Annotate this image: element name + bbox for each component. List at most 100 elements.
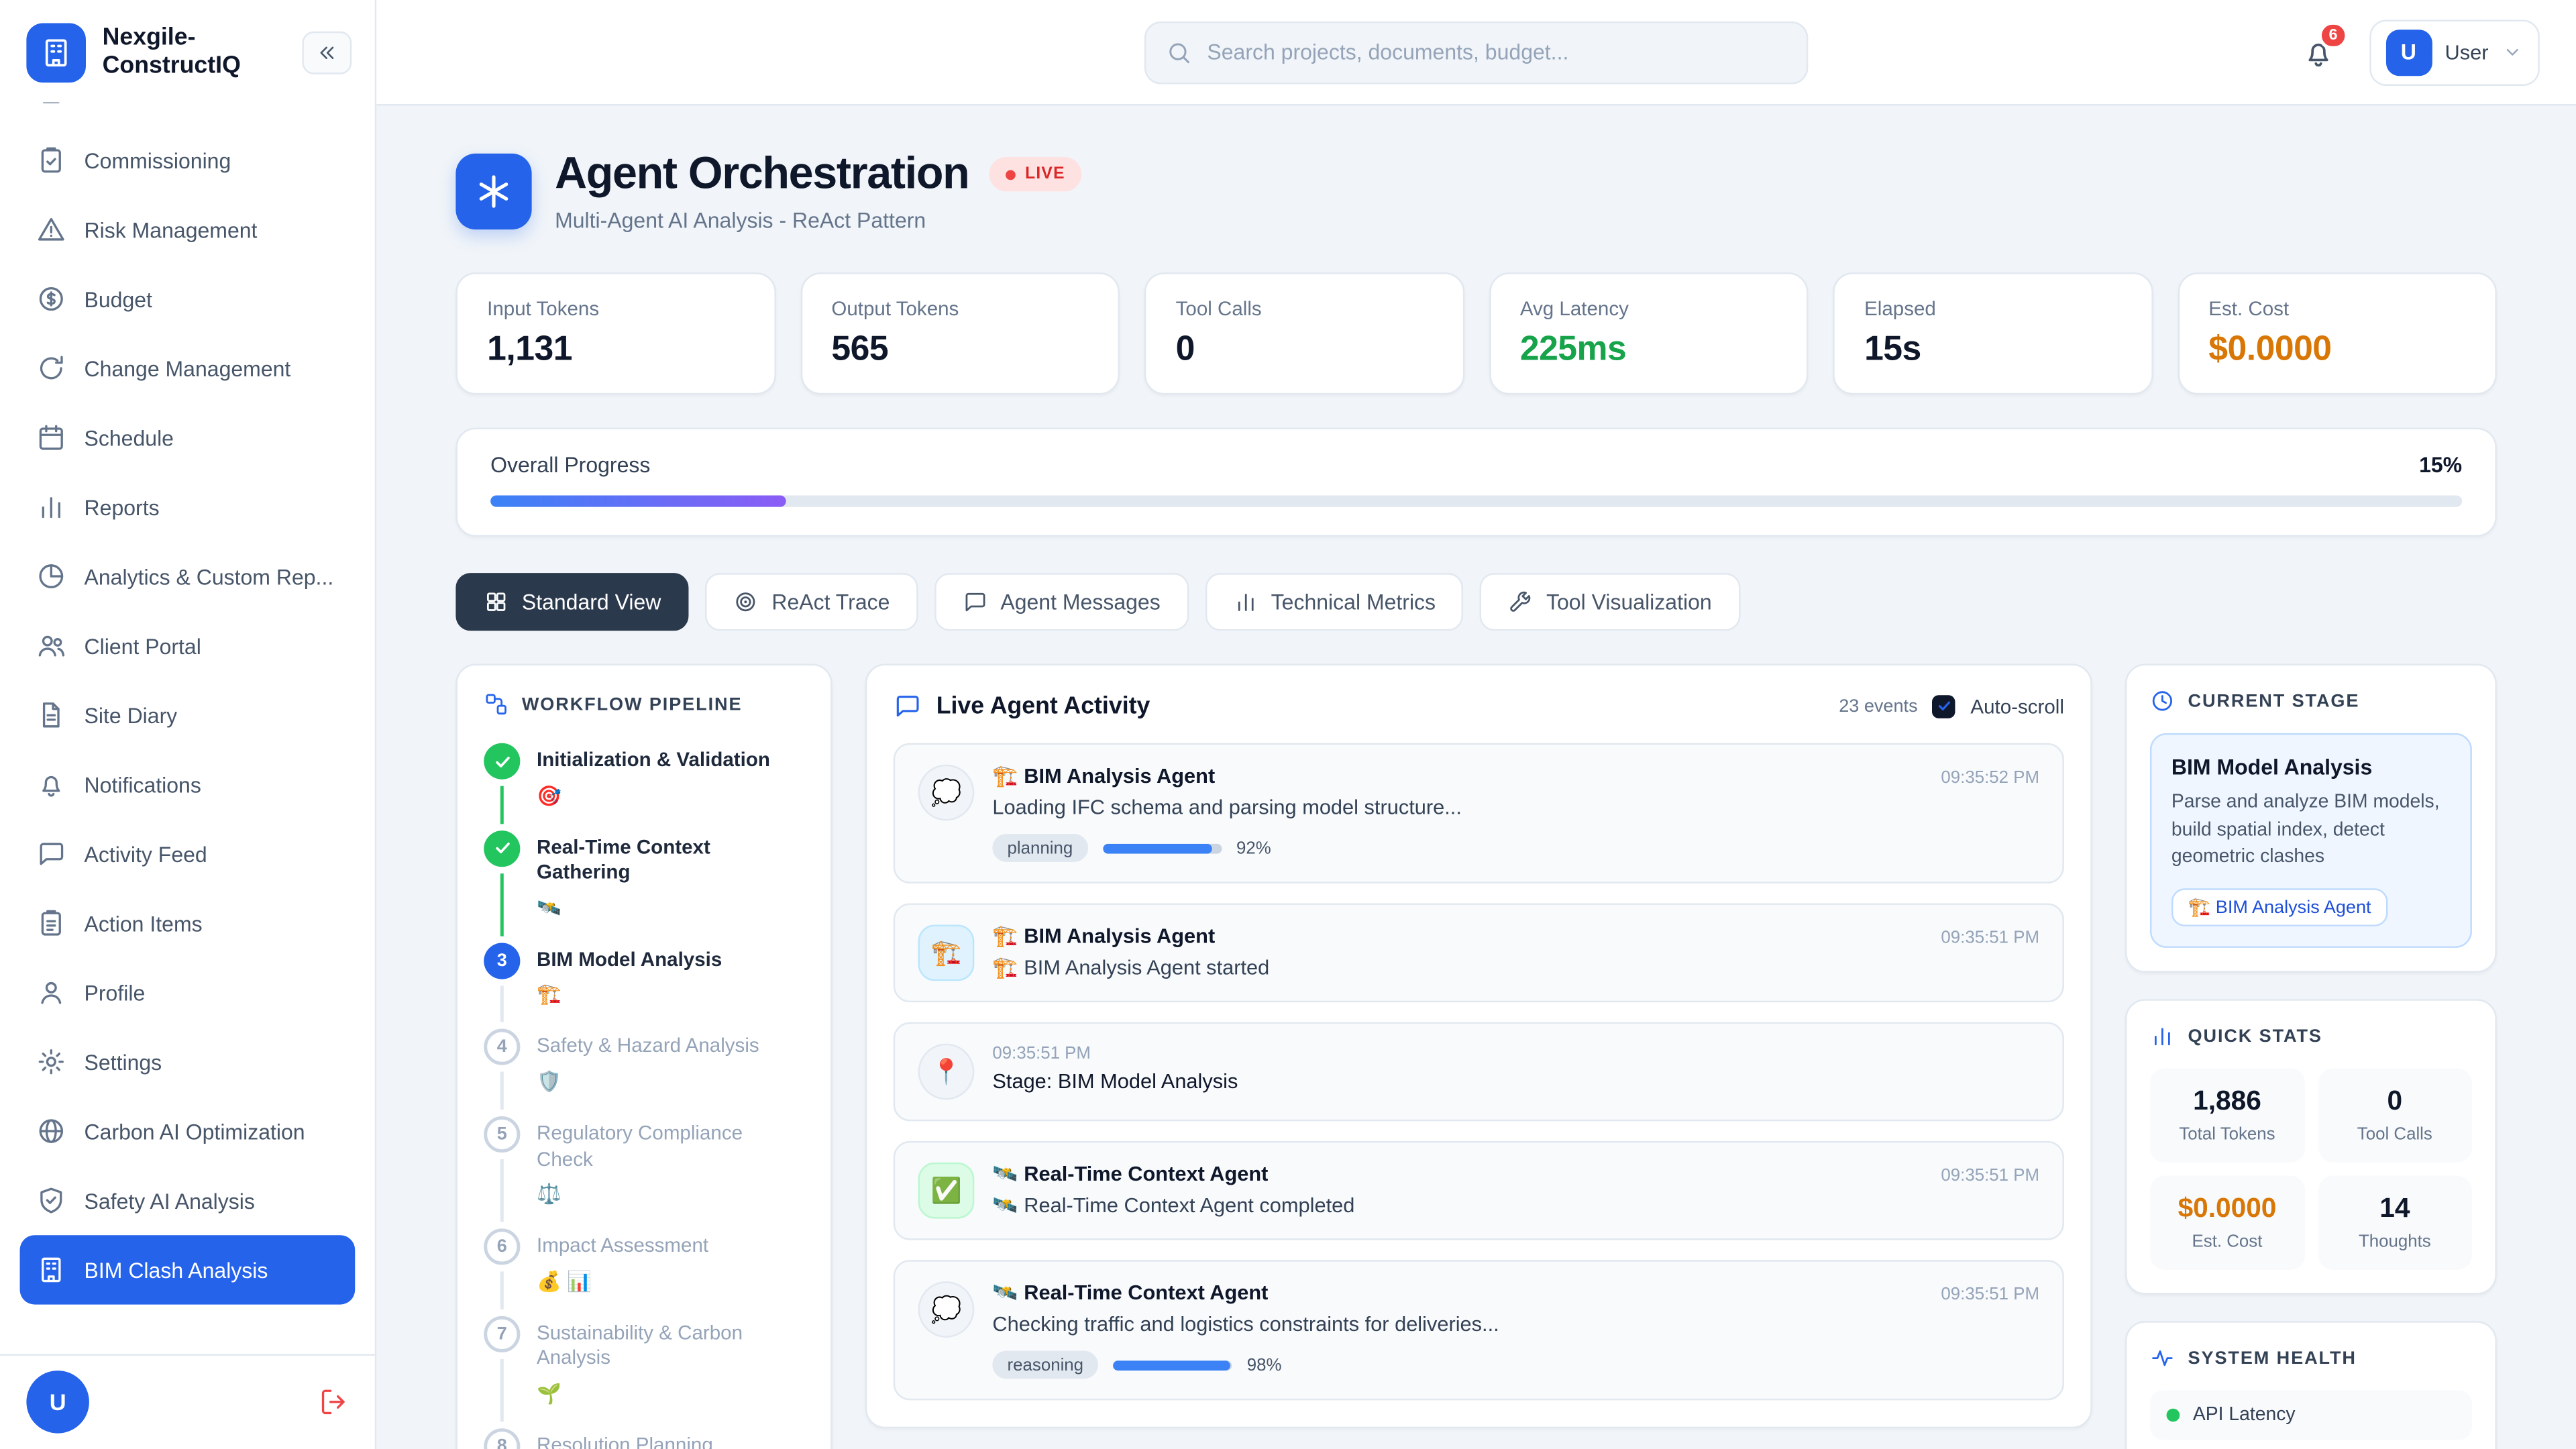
sidebar-item-label: BIM Clash Analysis: [85, 1257, 268, 1282]
tab-technical-metrics[interactable]: Technical Metrics: [1205, 573, 1464, 631]
event-message: Stage: BIM Model Analysis: [992, 1070, 2039, 1093]
user-avatar: U: [2385, 29, 2432, 75]
current-stage-box: BIM Model Analysis Parse and analyze BIM…: [2150, 733, 2472, 948]
workflow-icon: [484, 692, 508, 716]
calendar-icon: [36, 423, 66, 452]
user-avatar[interactable]: U: [26, 1371, 89, 1434]
step-check-icon: [484, 830, 520, 866]
stat-card-est-cost: Est. Cost $0.0000: [2178, 272, 2497, 394]
sidebar-item-label: Risk Management: [85, 217, 258, 242]
sidebar-item-label: Profile: [85, 980, 146, 1005]
sidebar-item-analytics[interactable]: Analytics & Custom Rep...: [20, 541, 356, 610]
sidebar-item-profile[interactable]: Profile: [20, 958, 356, 1027]
pipeline-step-2: Real-Time Context Gathering 🛰️: [484, 830, 804, 943]
header-actions: 6 U User: [1808, 19, 2539, 85]
search-input[interactable]: [1207, 40, 1786, 64]
sidebar-item-bim-clash-analysis[interactable]: BIM Clash Analysis: [20, 1235, 356, 1304]
pipeline-step-7: 7 Sustainability & Carbon Analysis 🌱: [484, 1316, 804, 1428]
sidebar-item-label: Client Portal: [85, 633, 201, 658]
step-number: 4: [484, 1029, 520, 1065]
event-message: Checking traffic and logistics constrain…: [992, 1313, 2039, 1336]
sidebar-item-reports[interactable]: Reports: [20, 472, 356, 541]
tab-react-trace[interactable]: ReAct Trace: [706, 573, 918, 631]
sidebar-collapse-button[interactable]: [302, 32, 352, 74]
sidebar-item-commissioning[interactable]: Commissioning: [20, 125, 356, 195]
stat-card-input-tokens: Input Tokens 1,131: [455, 272, 775, 394]
document-icon: [36, 700, 66, 730]
event-list: 💭 🏗️ BIM Analysis Agent 09:35:52 PM Load…: [894, 743, 2064, 1401]
tab-standard-view[interactable]: Standard View: [455, 573, 689, 631]
stat-card-tool-calls: Tool Calls 0: [1144, 272, 1464, 394]
main-area: 6 U User Agent Orchestration: [376, 0, 2576, 1449]
stat-label: Elapsed: [1864, 297, 2121, 320]
progress-label: Overall Progress: [490, 452, 650, 477]
sidebar-item-notifications[interactable]: Notifications: [20, 750, 356, 819]
sidebar-item-site-diary[interactable]: Site Diary: [20, 680, 356, 749]
sidebar-item-action-items[interactable]: Action Items: [20, 888, 356, 957]
sidebar-item-budget[interactable]: Budget: [20, 264, 356, 333]
live-dot-icon: [1006, 169, 1016, 179]
agent-chip: 🏗️ BIM Analysis Agent: [2171, 888, 2387, 926]
sidebar-item-schedule[interactable]: Schedule: [20, 403, 356, 472]
event-message: 🏗️ BIM Analysis Agent started: [992, 956, 2039, 981]
brand-logo-icon: [26, 23, 86, 83]
current-stage-card: CURRENT STAGE BIM Model Analysis Parse a…: [2125, 664, 2497, 973]
quick-stats-title: QUICK STATS: [2188, 1026, 2322, 1046]
autoscroll-checkbox[interactable]: [1933, 694, 1955, 717]
sidebar-item-change-management[interactable]: Change Management: [20, 333, 356, 402]
chat-icon: [963, 590, 987, 614]
stat-value: $0.0000: [2208, 330, 2465, 370]
step-emoji: 🛡️: [537, 1070, 759, 1093]
sidebar-item-safety-ai-analysis[interactable]: Safety AI Analysis: [20, 1166, 356, 1235]
user-menu[interactable]: U User: [2369, 19, 2540, 85]
sidebar-item-client-portal[interactable]: Client Portal: [20, 611, 356, 680]
sidebar-item-label: Notifications: [85, 772, 201, 797]
live-badge: LIVE: [989, 157, 1081, 192]
logout-icon: [319, 1387, 348, 1417]
step-number: 6: [484, 1229, 520, 1265]
autoscroll-label: Auto-scroll: [1970, 694, 2064, 717]
step-check-icon: [484, 743, 520, 780]
event-timestamp: 09:35:51 PM: [992, 1044, 2039, 1064]
stat-label: Est. Cost: [2208, 297, 2465, 320]
sidebar-item-activity-feed[interactable]: Activity Feed: [20, 819, 356, 888]
sidebar-item-settings[interactable]: Settings: [20, 1027, 356, 1096]
event-timestamp: 09:35:52 PM: [1941, 768, 2039, 788]
sidebar-item-clipped[interactable]: [20, 103, 356, 125]
overall-progress-card: Overall Progress 15%: [455, 428, 2496, 537]
notifications-button[interactable]: 6: [2286, 21, 2349, 84]
pipeline-steps: Initialization & Validation 🎯 Real-Time …: [484, 743, 804, 1449]
event-timestamp: 09:35:51 PM: [1941, 1166, 2039, 1186]
tab-tool-visualization[interactable]: Tool Visualization: [1481, 573, 1740, 631]
activity-event: 🏗️ 🏗️ BIM Analysis Agent 09:35:51 PM 🏗️ …: [894, 903, 2064, 1002]
progress-bar: [490, 495, 2462, 506]
sidebar-item-label: Schedule: [85, 425, 174, 450]
clipboard-list-icon: [36, 908, 66, 938]
agent-avatar-thinking-icon: 💭: [918, 765, 975, 821]
step-number: 3: [484, 943, 520, 979]
logout-button[interactable]: [319, 1387, 348, 1417]
tab-agent-messages[interactable]: Agent Messages: [934, 573, 1189, 631]
stage-pin-icon: 📍: [918, 1044, 975, 1100]
activity-event: 💭 🏗️ BIM Analysis Agent 09:35:52 PM Load…: [894, 743, 2064, 883]
bar-chart-icon: [2150, 1024, 2175, 1049]
search-icon: [1166, 39, 1192, 65]
stat-card-avg-latency: Avg Latency 225ms: [1489, 272, 1808, 394]
activity-event: 💭 🛰️ Real-Time Context Agent 09:35:51 PM…: [894, 1260, 2064, 1400]
dollar-circle-icon: [36, 284, 66, 313]
system-health-rows: API Latency Memory: [2150, 1391, 2472, 1449]
agent-name: 🏗️ BIM Analysis Agent: [992, 924, 1215, 949]
step-emoji: 🏗️: [537, 983, 722, 1006]
search-box: [1144, 21, 1809, 84]
sidebar-footer: U: [0, 1353, 375, 1449]
sidebar-item-risk-management[interactable]: Risk Management: [20, 195, 356, 264]
status-ok-icon: [2167, 1409, 2180, 1422]
quick-stat-thoughts: 14 Thoughts: [2318, 1176, 2472, 1270]
agent-name: 🏗️ BIM Analysis Agent: [992, 765, 1215, 790]
sidebar-item-carbon-ai-optimization[interactable]: Carbon AI Optimization: [20, 1096, 356, 1165]
step-number: 8: [484, 1428, 520, 1449]
warning-triangle-icon: [36, 215, 66, 244]
agent-avatar-crane-icon: 🏗️: [918, 924, 975, 981]
gear-icon: [36, 1047, 66, 1077]
top-header: 6 U User: [376, 0, 2576, 106]
